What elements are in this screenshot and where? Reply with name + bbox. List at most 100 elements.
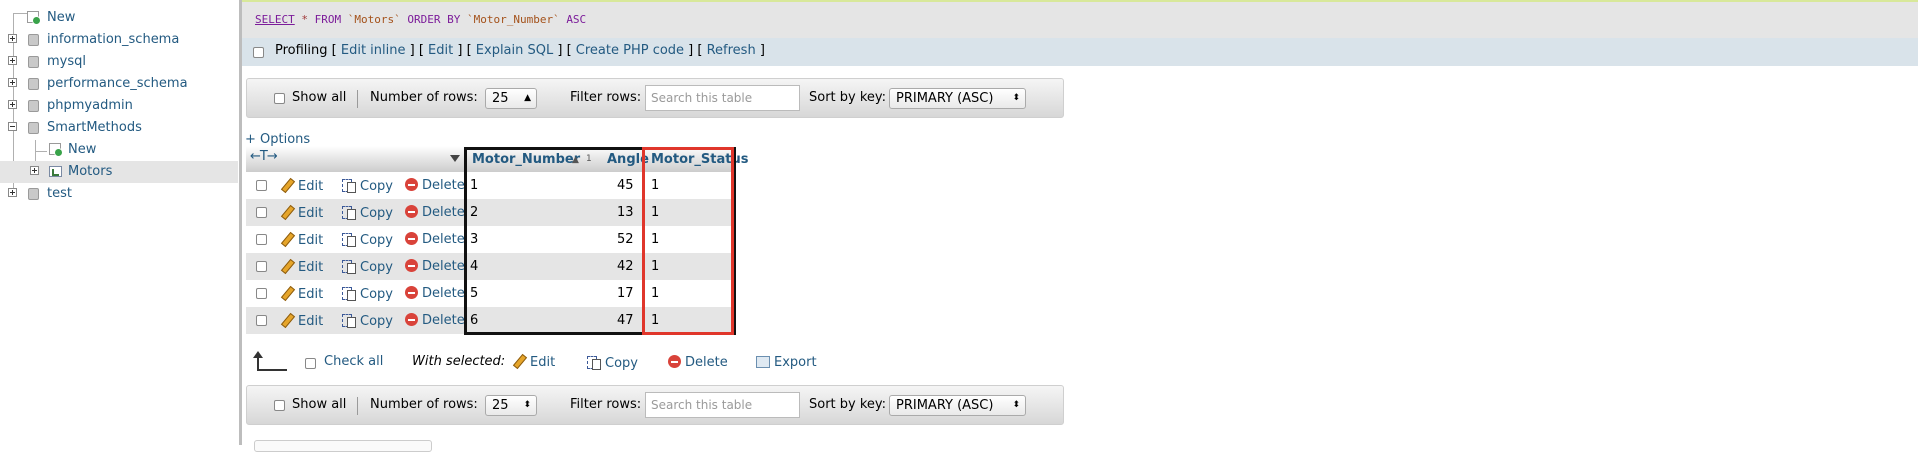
nav-item-label[interactable]: New (47, 7, 75, 29)
edit-link[interactable]: Edit (428, 43, 453, 58)
expand-icon[interactable] (30, 166, 39, 175)
create-php-code-link[interactable]: Create PHP code (576, 43, 684, 58)
number-of-rows-select[interactable]: 25 ▲ (485, 88, 537, 109)
nav-item-new[interactable]: New (0, 7, 200, 29)
export-icon (756, 356, 770, 368)
bulk-export-button[interactable]: Export (756, 355, 817, 370)
cell-motor-status[interactable]: 1 (651, 232, 659, 247)
nav-item-label[interactable]: Motors (68, 161, 112, 183)
row-edit-button[interactable]: Edit (280, 178, 323, 194)
row-checkbox[interactable] (256, 207, 267, 218)
edit-inline-link[interactable]: Edit inline (341, 43, 406, 58)
row-delete-button[interactable]: Delete (405, 205, 465, 220)
expand-icon[interactable] (8, 34, 17, 43)
row-checkbox[interactable] (256, 261, 267, 272)
check-all-checkbox[interactable] (305, 358, 316, 369)
row-delete-button[interactable]: Delete (405, 286, 465, 301)
sql-query-text[interactable]: SELECT * FROM `Motors` ORDER BY `Motor_N… (255, 13, 586, 26)
cell-motor-status[interactable]: 1 (651, 286, 659, 301)
cell-motor-number[interactable]: 1 (470, 178, 478, 193)
nav-item-label[interactable]: phpmyadmin (47, 95, 133, 117)
header-angle[interactable]: Angle (607, 152, 649, 167)
cell-angle[interactable]: 42 (617, 259, 634, 274)
bulk-edit-button[interactable]: Edit (512, 354, 555, 370)
expand-icon[interactable] (8, 100, 17, 109)
expand-icon[interactable] (8, 78, 17, 87)
nav-item-test[interactable]: test (0, 183, 200, 205)
row-delete-button[interactable]: Delete (405, 313, 465, 328)
console-tab[interactable] (254, 440, 432, 452)
cell-motor-number[interactable]: 2 (470, 205, 478, 220)
bulk-delete-button[interactable]: Delete (668, 355, 728, 370)
sort-by-key-select[interactable]: PRIMARY (ASC) ⬍ (889, 395, 1026, 416)
nav-item-phpmyadmin[interactable]: phpmyadmin (0, 95, 200, 117)
show-all-checkbox[interactable] (274, 400, 285, 411)
nav-item-information-schema[interactable]: information_schema (0, 29, 200, 51)
cell-motor-status[interactable]: 1 (651, 313, 659, 328)
row-checkbox[interactable] (256, 288, 267, 299)
nav-item-label[interactable]: New (68, 139, 96, 161)
row-delete-button[interactable]: Delete (405, 178, 465, 193)
nav-item-label[interactable]: SmartMethods (47, 117, 142, 139)
row-copy-button[interactable]: Copy (342, 178, 393, 194)
profiling-checkbox[interactable] (253, 47, 264, 58)
cell-angle[interactable]: 17 (617, 286, 634, 301)
number-of-rows-select[interactable]: 25 ⬍ (485, 395, 537, 416)
nav-item-mysql[interactable]: mysql (0, 51, 200, 73)
row-checkbox[interactable] (256, 315, 267, 326)
filter-rows-input[interactable]: Search this table (645, 85, 800, 111)
expand-icon[interactable] (8, 56, 17, 65)
row-checkbox[interactable] (256, 180, 267, 191)
show-all-checkbox[interactable] (274, 93, 285, 104)
cell-angle[interactable]: 47 (617, 313, 634, 328)
row-checkbox[interactable] (256, 234, 267, 245)
show-all-label[interactable]: Show all (292, 397, 346, 412)
cell-motor-status[interactable]: 1 (651, 205, 659, 220)
row-delete-button[interactable]: Delete (405, 259, 465, 274)
cell-angle[interactable]: 45 (617, 178, 634, 193)
cell-angle[interactable]: 52 (617, 232, 634, 247)
filter-rows-input[interactable]: Search this table (645, 392, 800, 418)
cell-motor-number[interactable]: 4 (470, 259, 478, 274)
explain-sql-link[interactable]: Explain SQL (476, 43, 553, 58)
filter-rows-label: Filter rows: (570, 90, 642, 105)
expand-icon[interactable] (8, 188, 17, 197)
row-edit-button[interactable]: Edit (280, 259, 323, 275)
row-copy-button[interactable]: Copy (342, 205, 393, 221)
show-all-label[interactable]: Show all (292, 90, 346, 105)
nav-item-smartmethods[interactable]: SmartMethods (0, 117, 200, 139)
cell-motor-status[interactable]: 1 (651, 259, 659, 274)
cell-motor-number[interactable]: 3 (470, 232, 478, 247)
check-all-label[interactable]: Check all (324, 354, 383, 369)
row-edit-button[interactable]: Edit (280, 205, 323, 221)
nav-item-label[interactable]: information_schema (47, 29, 179, 51)
bulk-copy-button[interactable]: Copy (587, 355, 638, 371)
nav-item-performance-schema[interactable]: performance_schema (0, 73, 200, 95)
row-copy-button[interactable]: Copy (342, 232, 393, 248)
sort-by-key-select[interactable]: PRIMARY (ASC) ⬍ (889, 88, 1026, 109)
cell-motor-number[interactable]: 6 (470, 313, 478, 328)
row-delete-button[interactable]: Delete (405, 232, 465, 247)
header-motor-status[interactable]: Motor_Status (651, 152, 748, 167)
copy-icon (342, 205, 356, 220)
nav-item-label[interactable]: mysql (47, 51, 86, 73)
row-edit-button[interactable]: Edit (280, 286, 323, 302)
dropdown-arrow-icon[interactable] (450, 155, 460, 162)
cell-motor-number[interactable]: 5 (470, 286, 478, 301)
refresh-link[interactable]: Refresh (707, 43, 756, 58)
row-copy-button[interactable]: Copy (342, 259, 393, 275)
row-copy-button[interactable]: Copy (342, 286, 393, 302)
nav-item-smartmethods-new[interactable]: New (0, 139, 200, 161)
row-copy-button[interactable]: Copy (342, 313, 393, 329)
options-link[interactable]: + Options (245, 132, 310, 147)
column-controls[interactable]: ←T→ (250, 149, 278, 164)
cell-motor-status[interactable]: 1 (651, 178, 659, 193)
nav-item-motors[interactable]: Motors (0, 161, 238, 183)
collapse-icon[interactable] (8, 122, 17, 131)
nav-item-label[interactable]: performance_schema (47, 73, 188, 95)
nav-item-label[interactable]: test (47, 183, 72, 205)
header-motor-number[interactable]: Motor_Number (472, 152, 580, 167)
cell-angle[interactable]: 13 (617, 205, 634, 220)
row-edit-button[interactable]: Edit (280, 232, 323, 248)
row-edit-button[interactable]: Edit (280, 313, 323, 329)
